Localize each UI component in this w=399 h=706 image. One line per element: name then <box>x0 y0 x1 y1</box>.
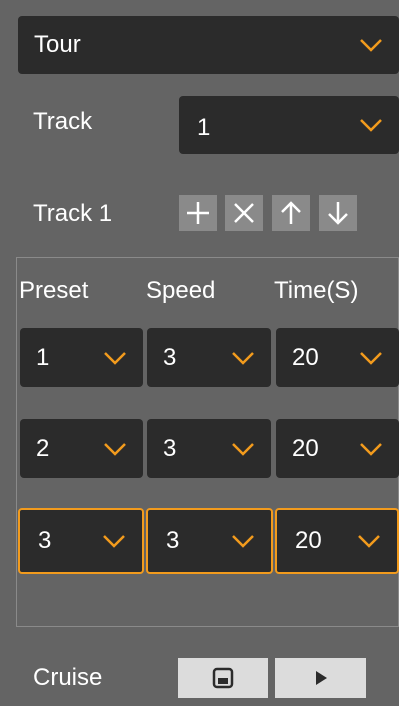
track-select[interactable]: 1 <box>179 96 399 154</box>
move-up-button[interactable] <box>272 195 310 231</box>
save-cruise-button[interactable] <box>178 658 268 698</box>
preset-value: 2 <box>36 434 50 462</box>
track-label: Track <box>33 108 93 135</box>
time-value: 20 <box>292 434 319 462</box>
track-title: Track 1 <box>33 200 113 227</box>
chevron-down-icon <box>103 535 125 548</box>
arrow-up-icon <box>281 201 301 224</box>
play-cruise-button[interactable] <box>275 658 366 698</box>
chevron-down-icon <box>232 351 254 365</box>
track-select-value: 1 <box>197 113 211 141</box>
cruise-label: Cruise <box>33 664 103 691</box>
chevron-down-icon <box>358 535 380 548</box>
chevron-down-icon <box>360 442 382 456</box>
chevron-down-icon <box>104 351 126 365</box>
speed-select[interactable]: 3 <box>147 419 271 478</box>
speed-value: 3 <box>163 343 177 371</box>
tour-select[interactable]: Tour <box>18 16 399 74</box>
add-preset-button[interactable] <box>179 195 217 231</box>
time-value: 20 <box>295 527 322 554</box>
time-select[interactable]: 20 <box>276 419 399 478</box>
chevron-down-icon <box>232 442 254 456</box>
speed-value: 3 <box>166 527 180 554</box>
arrow-down-icon <box>328 202 348 225</box>
chevron-down-icon <box>360 351 382 365</box>
delete-preset-button[interactable] <box>225 195 263 231</box>
preset-select[interactable]: 2 <box>20 419 143 478</box>
preset-select[interactable]: 3 <box>18 508 144 574</box>
plus-icon <box>187 202 209 224</box>
preset-select[interactable]: 1 <box>20 328 143 387</box>
preset-value: 3 <box>38 527 52 554</box>
column-header-speed: Speed <box>146 277 216 304</box>
preset-value: 1 <box>36 343 50 371</box>
chevron-down-icon <box>232 535 254 548</box>
time-select[interactable]: 20 <box>275 508 399 574</box>
column-header-time: Time(S) <box>274 277 359 304</box>
chevron-down-icon <box>360 39 382 52</box>
save-icon <box>212 667 234 689</box>
chevron-down-icon <box>104 442 126 456</box>
column-header-preset: Preset <box>19 277 89 304</box>
play-icon <box>315 671 327 685</box>
speed-select[interactable]: 3 <box>147 328 271 387</box>
close-icon <box>234 203 254 223</box>
speed-select[interactable]: 3 <box>146 508 273 574</box>
time-value: 20 <box>292 343 319 371</box>
time-select[interactable]: 20 <box>276 328 399 387</box>
speed-value: 3 <box>163 434 177 462</box>
chevron-down-icon <box>360 119 382 132</box>
tour-select-value: Tour <box>34 31 81 58</box>
move-down-button[interactable] <box>319 195 357 231</box>
